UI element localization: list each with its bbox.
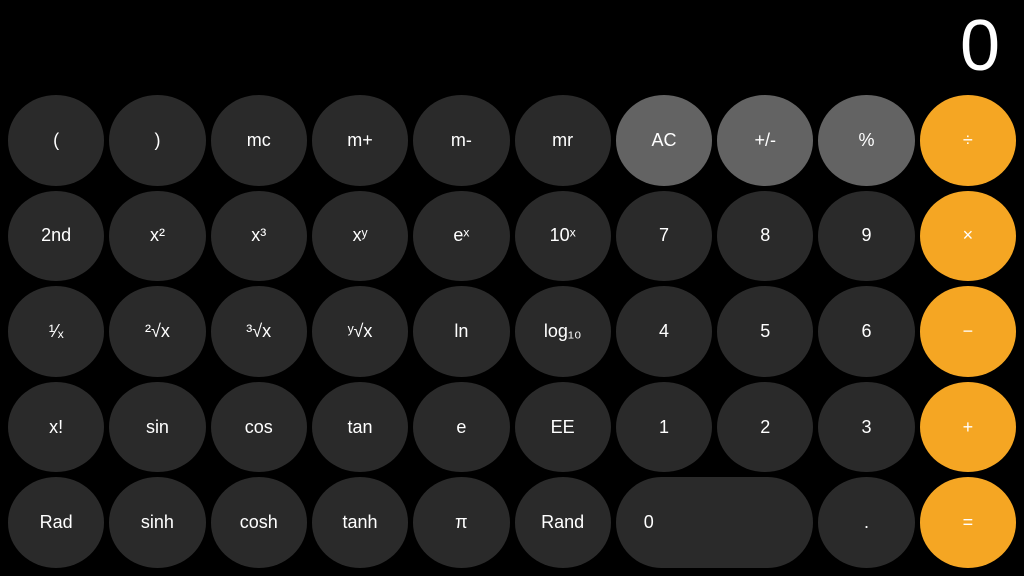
- 2sqrt-button[interactable]: ²√x: [109, 286, 205, 377]
- ysqrt-button[interactable]: ʸ√x: [312, 286, 408, 377]
- log10-button[interactable]: log₁₀: [515, 286, 611, 377]
- 2-button[interactable]: 2: [717, 382, 813, 473]
- calculator-grid: ()mcm+m-mrAC+/-%÷ 2ndx²x³xʸeˣ10ˣ789× ¹⁄ₓ²√…: [0, 90, 1024, 576]
- 6-button[interactable]: 6: [818, 286, 914, 377]
- mr-button[interactable]: mr: [515, 95, 611, 186]
- minus-button[interactable]: −: [920, 286, 1016, 377]
- decimal-button[interactable]: .: [818, 477, 914, 568]
- e-button[interactable]: e: [413, 382, 509, 473]
- divide-button[interactable]: ÷: [920, 95, 1016, 186]
- x3-button[interactable]: x³: [211, 191, 307, 282]
- sinh-button[interactable]: sinh: [109, 477, 205, 568]
- multiply-button[interactable]: ×: [920, 191, 1016, 282]
- x2-button[interactable]: x²: [109, 191, 205, 282]
- 5-button[interactable]: 5: [717, 286, 813, 377]
- tanh-button[interactable]: tanh: [312, 477, 408, 568]
- 8-button[interactable]: 8: [717, 191, 813, 282]
- pi-button[interactable]: π: [413, 477, 509, 568]
- display-value: 0: [960, 10, 1000, 82]
- 0-button[interactable]: 0: [616, 477, 814, 568]
- 3-button[interactable]: 3: [818, 382, 914, 473]
- equals-button[interactable]: =: [920, 477, 1016, 568]
- ex-button[interactable]: eˣ: [413, 191, 509, 282]
- 3sqrt-button[interactable]: ³√x: [211, 286, 307, 377]
- plus-button[interactable]: +: [920, 382, 1016, 473]
- sin-button[interactable]: sin: [109, 382, 205, 473]
- display: 0: [0, 0, 1024, 90]
- 1-button[interactable]: 1: [616, 382, 712, 473]
- rad-button[interactable]: Rad: [8, 477, 104, 568]
- 4-button[interactable]: 4: [616, 286, 712, 377]
- m-plus-button[interactable]: m+: [312, 95, 408, 186]
- 2nd-button[interactable]: 2nd: [8, 191, 104, 282]
- plus-minus-button[interactable]: +/-: [717, 95, 813, 186]
- 9-button[interactable]: 9: [818, 191, 914, 282]
- xy-button[interactable]: xʸ: [312, 191, 408, 282]
- tan-button[interactable]: tan: [312, 382, 408, 473]
- m-minus-button[interactable]: m-: [413, 95, 509, 186]
- cosh-button[interactable]: cosh: [211, 477, 307, 568]
- 1x-button[interactable]: ¹⁄ₓ: [8, 286, 104, 377]
- 7-button[interactable]: 7: [616, 191, 712, 282]
- factorial-button[interactable]: x!: [8, 382, 104, 473]
- close-paren-button[interactable]: ): [109, 95, 205, 186]
- cos-button[interactable]: cos: [211, 382, 307, 473]
- open-paren-button[interactable]: (: [8, 95, 104, 186]
- ac-button[interactable]: AC: [616, 95, 712, 186]
- percent-button[interactable]: %: [818, 95, 914, 186]
- ee-button[interactable]: EE: [515, 382, 611, 473]
- rand-button[interactable]: Rand: [515, 477, 611, 568]
- ln-button[interactable]: ln: [413, 286, 509, 377]
- mc-button[interactable]: mc: [211, 95, 307, 186]
- 10x-button[interactable]: 10ˣ: [515, 191, 611, 282]
